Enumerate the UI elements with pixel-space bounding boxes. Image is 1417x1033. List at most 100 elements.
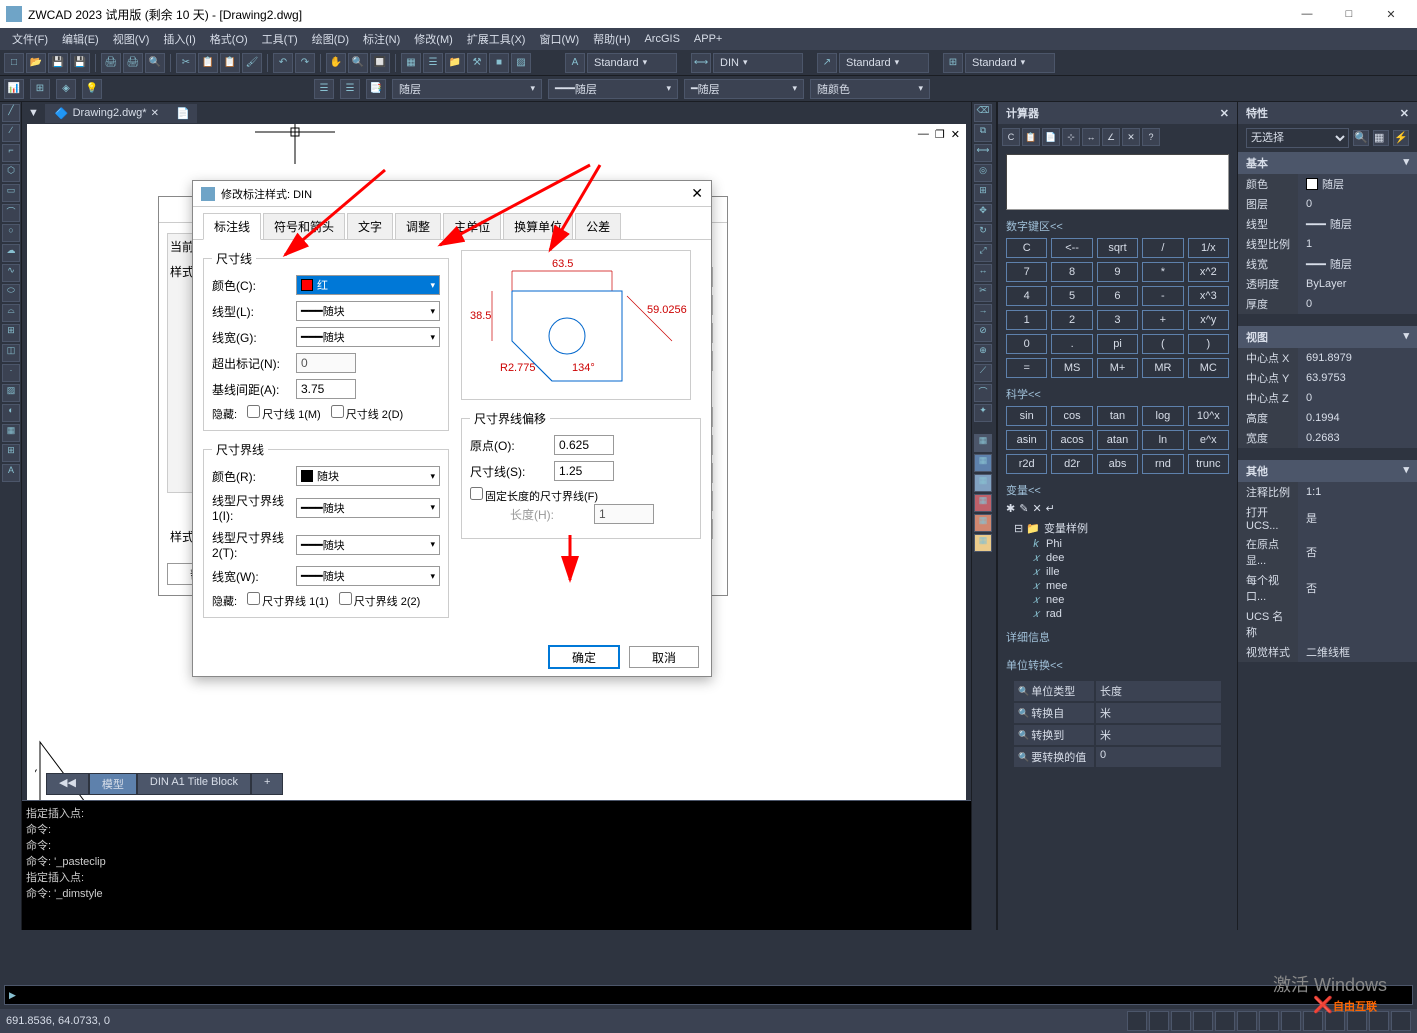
props-other-header[interactable]: 其他▾ [1238, 460, 1417, 482]
calc-key-*[interactable]: * [1142, 262, 1183, 282]
tool-button[interactable]: ⚒ [467, 53, 487, 73]
menu-视图(V)[interactable]: 视图(V) [107, 29, 156, 49]
var-ille[interactable]: 𝑥ille [1014, 565, 1221, 579]
palette-6[interactable]: ▦ [974, 534, 992, 552]
calc-key-6[interactable]: 6 [1097, 286, 1138, 306]
calc-ang-icon[interactable]: ∠ [1102, 128, 1120, 146]
menu-绘图(D)[interactable]: 绘图(D) [306, 29, 355, 49]
saveas-button[interactable]: 💾 [70, 53, 90, 73]
block-tool[interactable]: ◫ [2, 344, 20, 362]
ext-lt1-combo[interactable]: ━━━ 随块 [296, 498, 440, 518]
calc-key--[interactable]: - [1142, 286, 1183, 306]
ext1-check[interactable] [247, 592, 260, 605]
layers-button[interactable]: ▦ [401, 53, 421, 73]
plot-button[interactable]: 🖨 [123, 53, 143, 73]
layer-combo[interactable]: 随层 [392, 79, 542, 99]
calc-key-x^2[interactable]: x^2 [1188, 262, 1229, 282]
palette-4[interactable]: ▦ [974, 494, 992, 512]
document-tab[interactable]: 🔷 Drawing2.dwg* ✕ [45, 104, 169, 123]
var-send-icon[interactable]: ↵ [1046, 502, 1055, 515]
numpad-header[interactable]: 数字键区<< [1006, 214, 1229, 238]
ext-lt2-combo[interactable]: ━━━ 随块 [296, 535, 440, 555]
dlg-tab-6[interactable]: 公差 [575, 213, 621, 239]
viewport-restore-icon[interactable]: ❐ [935, 128, 945, 141]
print-button[interactable]: 🖨 [101, 53, 121, 73]
calc-key-7[interactable]: 7 [1006, 262, 1047, 282]
baseline-spinner[interactable] [296, 379, 356, 399]
dlg-tab-2[interactable]: 文字 [347, 213, 393, 239]
palette-1[interactable]: ▦ [974, 434, 992, 452]
var-nee[interactable]: 𝑥nee [1014, 593, 1221, 607]
tablestyle-icon[interactable]: ⊞ [943, 53, 963, 73]
calc-help-icon[interactable]: ? [1142, 128, 1160, 146]
copy-tool[interactable]: ⧉ [974, 124, 992, 142]
text-style-combo[interactable]: Standard [587, 53, 677, 73]
open-button[interactable]: 📂 [26, 53, 46, 73]
calc-key-+[interactable]: + [1142, 310, 1183, 330]
clean-toggle[interactable] [1391, 1011, 1411, 1031]
dimln-spinner[interactable] [554, 461, 614, 481]
close-button[interactable]: ✕ [1371, 2, 1411, 26]
layer-iso-button[interactable]: ◈ [56, 79, 76, 99]
menu-ArcGIS[interactable]: ArcGIS [638, 31, 685, 47]
calc-key-0[interactable]: 0 [1006, 334, 1047, 354]
mirror-tool[interactable]: ⟷ [974, 144, 992, 162]
xline-tool[interactable]: ∕ [2, 124, 20, 142]
new-tab-button[interactable]: 📄 [169, 104, 197, 123]
pline-tool[interactable]: ⌐ [2, 144, 20, 162]
layer-icon3[interactable]: 📑 [366, 79, 386, 99]
props-view-header[interactable]: 视图▾ [1238, 326, 1417, 348]
offset-tool[interactable]: ◎ [974, 164, 992, 182]
polygon-tool[interactable]: ⬡ [2, 164, 20, 182]
selection-combo[interactable]: 无选择 [1246, 128, 1349, 148]
calc-key-d2r[interactable]: d2r [1051, 454, 1092, 474]
len-spinner[interactable] [594, 504, 654, 524]
ellipse-tool[interactable]: ⬭ [2, 284, 20, 302]
menu-插入(I)[interactable]: 插入(I) [157, 29, 201, 49]
dlg-tab-0[interactable]: 标注线 [203, 213, 261, 240]
ellarc-tool[interactable]: ⌓ [2, 304, 20, 322]
new-button[interactable]: □ [4, 53, 24, 73]
palette-3[interactable]: ▦ [974, 474, 992, 492]
dim-lwt-combo[interactable]: ━━━ 随块 [296, 327, 440, 347]
props-basic-header[interactable]: 基本▾ [1238, 152, 1417, 174]
menu-修改(M)[interactable]: 修改(M) [408, 29, 459, 49]
mleader-style-combo[interactable]: Standard [839, 53, 929, 73]
model-tab[interactable]: 模型 [89, 773, 137, 795]
calc-key-C[interactable]: C [1006, 238, 1047, 258]
calc-clear-icon[interactable]: C [1002, 128, 1020, 146]
calc-key-log[interactable]: log [1142, 406, 1183, 426]
minimize-button[interactable]: — [1287, 2, 1327, 26]
cancel-button[interactable]: 取消 [629, 646, 699, 668]
calc-key-.[interactable]: . [1051, 334, 1092, 354]
palette-5[interactable]: ▦ [974, 514, 992, 532]
trim-tool[interactable]: ✂ [974, 284, 992, 302]
menu-格式(O)[interactable]: 格式(O) [204, 29, 254, 49]
cut-button[interactable]: ✂ [176, 53, 196, 73]
calc-key-r2d[interactable]: r2d [1006, 454, 1047, 474]
revcloud-tool[interactable]: ☁ [2, 244, 20, 262]
calc-key-asin[interactable]: asin [1006, 430, 1047, 450]
layout-tab[interactable]: DIN A1 Title Block [137, 773, 251, 795]
dim-ltype-combo[interactable]: ━━━ 随块 [296, 301, 440, 321]
calc-key-MR[interactable]: MR [1142, 358, 1183, 378]
fixed-len-check[interactable] [470, 487, 483, 500]
calc-key-x^y[interactable]: x^y [1188, 310, 1229, 330]
insert-tool[interactable]: ⊞ [2, 324, 20, 342]
explode-tool[interactable]: ✦ [974, 404, 992, 422]
calc-key-cos[interactable]: cos [1051, 406, 1092, 426]
var-dee[interactable]: 𝑥dee [1014, 551, 1221, 565]
line-tool[interactable]: ╱ [2, 104, 20, 122]
dialog-close-button[interactable]: ✕ [691, 185, 703, 202]
snap-toggle[interactable] [1127, 1011, 1147, 1031]
menu-工具(T)[interactable]: 工具(T) [256, 29, 304, 49]
calc-key-4[interactable]: 4 [1006, 286, 1047, 306]
calc-key-9[interactable]: 9 [1097, 262, 1138, 282]
menu-文件(F)[interactable]: 文件(F) [6, 29, 54, 49]
move-tool[interactable]: ✥ [974, 204, 992, 222]
spline-tool[interactable]: ∿ [2, 264, 20, 282]
break-tool[interactable]: ⊘ [974, 324, 992, 342]
layer-mgr-button[interactable]: 📊 [4, 79, 24, 99]
calc-key-5[interactable]: 5 [1051, 286, 1092, 306]
block-button[interactable]: ■ [489, 53, 509, 73]
